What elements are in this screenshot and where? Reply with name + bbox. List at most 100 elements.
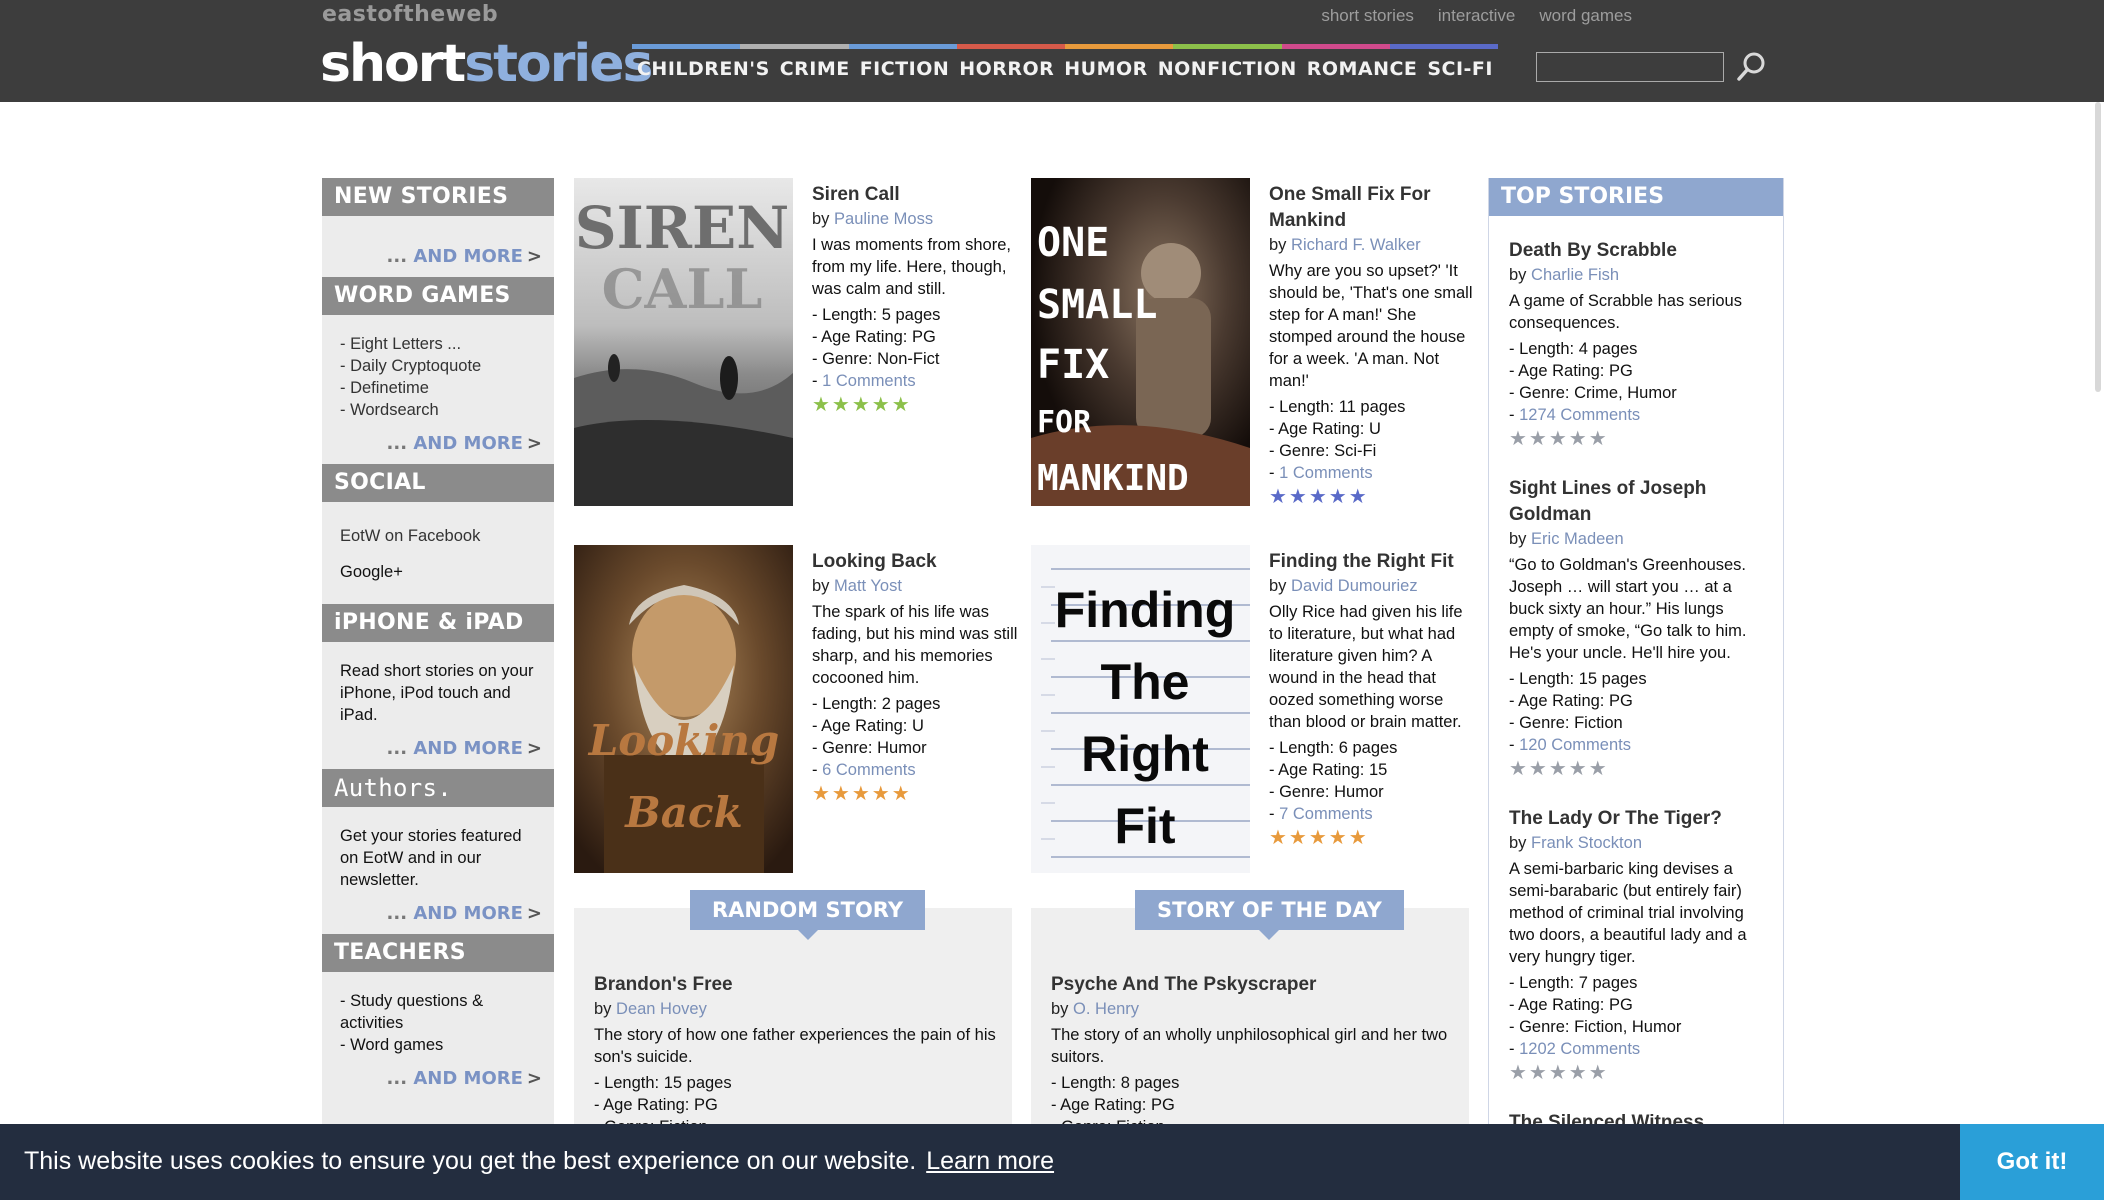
brand-eastoftheweb[interactable]: eastoftheweb	[322, 2, 498, 27]
top-story-item: Death By Scrabble by Charlie Fish A game…	[1489, 238, 1783, 452]
story-comments-link[interactable]: 1 Comments	[1279, 464, 1373, 482]
by-label: by	[594, 1000, 612, 1018]
site-logo[interactable]: shortstories	[320, 38, 653, 90]
nav-crime[interactable]: CRIME	[780, 58, 850, 80]
word-game-item[interactable]: - Daily Cryptoquote	[340, 355, 536, 377]
authors-more-link[interactable]: ... AND MORE >	[322, 899, 554, 934]
story-length: - Length: 2 pages	[812, 695, 941, 713]
search-icon[interactable]	[1736, 50, 1768, 82]
word-games-more-link[interactable]: ... AND MORE >	[322, 429, 554, 464]
social-google-link[interactable]: Google+	[340, 554, 536, 590]
story-age-rating: - Age Rating: 15	[1269, 761, 1388, 779]
section-teachers[interactable]: TEACHERS	[322, 934, 554, 972]
left-sidebar: NEW STORIES ... AND MORE > WORD GAMES - E…	[322, 178, 554, 1128]
teachers-more-link[interactable]: ... AND MORE >	[322, 1064, 554, 1099]
iphone-more-link[interactable]: ... AND MORE >	[322, 734, 554, 769]
cookie-learn-more-link[interactable]: Learn more	[926, 1147, 1054, 1175]
section-social[interactable]: SOCIAL	[322, 464, 554, 502]
section-iphone-ipad[interactable]: iPHONE & iPAD	[322, 604, 554, 642]
social-facebook-link[interactable]: EotW on Facebook	[340, 518, 536, 554]
story-blurb: Why are you so upset?' 'It should be, 'T…	[1269, 262, 1473, 390]
story-info: Looking Back by Matt Yost The spark of h…	[812, 549, 1018, 807]
by-label: by	[1509, 834, 1527, 852]
word-game-item[interactable]: - Wordsearch	[340, 399, 536, 421]
color-segment	[956, 44, 1065, 49]
story-author-link[interactable]: Matt Yost	[834, 577, 902, 595]
more-dots: ...	[386, 246, 408, 267]
story-comments-link[interactable]: 7 Comments	[1279, 805, 1373, 823]
cookie-banner: This website uses cookies to ensure you …	[0, 1124, 2104, 1200]
toplink-interactive[interactable]: interactive	[1438, 6, 1515, 26]
random-story-author-link[interactable]: Dean Hovey	[616, 1000, 707, 1018]
story-author-link[interactable]: David Dumouriez	[1291, 577, 1418, 595]
story-cover-image[interactable]: ONE SMALL FIX FOR MANKIND	[1031, 178, 1250, 506]
teachers-item[interactable]: - Study questions & activities	[340, 990, 536, 1034]
top-story-author-link[interactable]: Eric Madeen	[1531, 530, 1624, 548]
story-blurb: I was moments from shore, from my life. …	[812, 236, 1011, 298]
random-story-tab[interactable]: RANDOM STORY	[690, 890, 926, 940]
top-story-age-rating: - Age Rating: PG	[1509, 996, 1633, 1014]
section-authors[interactable]: Authors.	[322, 769, 554, 807]
random-story-title[interactable]: Brandon's Free	[594, 972, 998, 998]
more-dots: ...	[386, 1068, 408, 1089]
nav-fiction[interactable]: FICTION	[860, 58, 950, 80]
nav-childrens[interactable]: CHILDREN'S	[637, 58, 770, 80]
top-story-author-link[interactable]: Frank Stockton	[1531, 834, 1642, 852]
story-title[interactable]: Siren Call	[812, 182, 1018, 208]
nav-horror[interactable]: HORROR	[959, 58, 1054, 80]
top-story-byline: by Frank Stockton	[1509, 832, 1765, 854]
svg-text:Fit: Fit	[1114, 798, 1175, 854]
chevron-right-icon: >	[526, 903, 542, 924]
teachers-list: - Study questions & activities - Word ga…	[322, 972, 554, 1064]
story-of-the-day-title[interactable]: Psyche And The Pskyscraper	[1051, 972, 1455, 998]
story-of-the-day-byline: by O. Henry	[1051, 998, 1455, 1020]
story-title[interactable]: One Small Fix For Mankind	[1269, 182, 1475, 234]
nav-nonfiction[interactable]: NONFICTION	[1158, 58, 1297, 80]
new-stories-more-link[interactable]: ... AND MORE >	[322, 216, 554, 277]
rating-stars-icon: ★★★★★	[812, 394, 912, 416]
top-story-comments-link[interactable]: 1202 Comments	[1519, 1040, 1640, 1058]
story-cover-image[interactable]: SIREN CALL	[574, 178, 793, 506]
word-game-item[interactable]: - Eight Letters ...	[340, 333, 536, 355]
by-label: by	[1269, 236, 1287, 254]
random-story-length: - Length: 15 pages	[594, 1074, 732, 1092]
story-comments-link[interactable]: 1 Comments	[822, 372, 916, 390]
top-story-author-link[interactable]: Charlie Fish	[1531, 266, 1619, 284]
word-game-item[interactable]: - Definetime	[340, 377, 536, 399]
top-story-title[interactable]: Death By Scrabble	[1509, 238, 1765, 264]
story-of-the-day-age-rating: - Age Rating: PG	[1051, 1096, 1175, 1114]
nav-romance[interactable]: ROMANCE	[1307, 58, 1418, 80]
story-meta: - Length: 5 pages - Age Rating: PG - Gen…	[812, 304, 1018, 392]
search-input[interactable]	[1536, 52, 1724, 82]
story-of-the-day-author-link[interactable]: O. Henry	[1073, 1000, 1139, 1018]
story-author-link[interactable]: Pauline Moss	[834, 210, 933, 228]
more-label: AND MORE	[413, 1068, 523, 1089]
section-new-stories[interactable]: NEW STORIES	[322, 178, 554, 216]
top-story-comments-link[interactable]: 1274 Comments	[1519, 406, 1640, 424]
story-comments-link[interactable]: 6 Comments	[822, 761, 916, 779]
top-story-age-rating: - Age Rating: PG	[1509, 692, 1633, 710]
story-cover-image[interactable]: Finding The Right Fit	[1031, 545, 1250, 873]
top-story-title[interactable]: Sight Lines of Joseph Goldman	[1509, 476, 1765, 528]
nav-humor[interactable]: HUMOR	[1064, 58, 1148, 80]
story-of-the-day-tab[interactable]: STORY OF THE DAY	[1135, 890, 1404, 940]
site-header: eastoftheweb shortstories short stories …	[0, 0, 2104, 102]
section-word-games[interactable]: WORD GAMES	[322, 277, 554, 315]
top-story-comments-link[interactable]: 120 Comments	[1519, 736, 1631, 754]
story-author-link[interactable]: Richard F. Walker	[1291, 236, 1421, 254]
story-title[interactable]: Looking Back	[812, 549, 1018, 575]
top-stories-heading[interactable]: TOP STORIES	[1489, 178, 1783, 216]
cookie-accept-button[interactable]: Got it!	[1960, 1124, 2104, 1200]
nav-scifi[interactable]: SCI-FI	[1427, 58, 1493, 80]
teachers-item[interactable]: - Word games	[340, 1034, 536, 1056]
page-scrollbar[interactable]	[2092, 102, 2104, 392]
story-cover-image[interactable]: Looking Back	[574, 545, 793, 873]
toplink-word-games[interactable]: word games	[1539, 6, 1632, 26]
top-stories-panel: TOP STORIES Death By Scrabble by Charlie…	[1488, 178, 1784, 1133]
story-title[interactable]: Finding the Right Fit	[1269, 549, 1475, 575]
top-story-title[interactable]: The Lady Or The Tiger?	[1509, 806, 1765, 832]
top-story-age-rating: - Age Rating: PG	[1509, 362, 1633, 380]
more-dots: ...	[386, 903, 408, 924]
scrollbar-thumb[interactable]	[2095, 102, 2101, 392]
toplink-short-stories[interactable]: short stories	[1321, 6, 1414, 26]
